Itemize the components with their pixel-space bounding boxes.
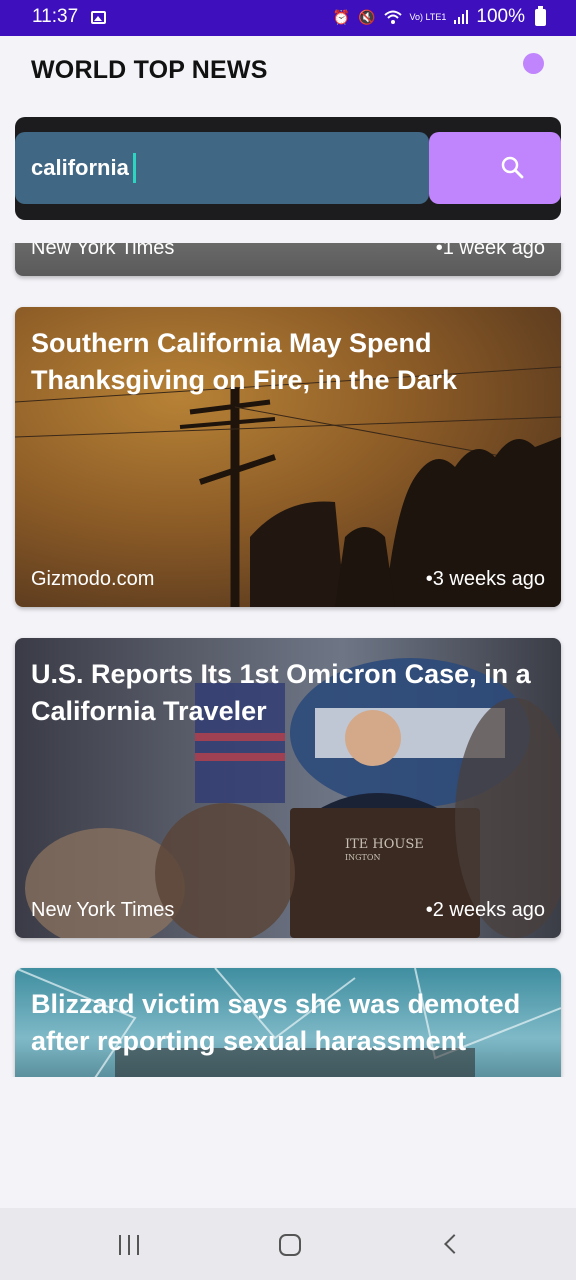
search-input-value: california bbox=[31, 155, 129, 180]
news-time: •3 weeks ago bbox=[425, 568, 545, 590]
mute-icon: 🔇 bbox=[358, 8, 376, 25]
profile-dot[interactable] bbox=[523, 53, 544, 74]
search-icon bbox=[501, 156, 524, 179]
status-time: 11:37 bbox=[32, 6, 79, 27]
home-icon[interactable] bbox=[279, 1234, 301, 1256]
news-source: Gizmodo.com bbox=[31, 568, 155, 590]
news-card[interactable]: Blizzard victim says she was demoted aft… bbox=[15, 968, 561, 1077]
news-time: •2 weeks ago bbox=[425, 899, 545, 921]
news-source: New York Times bbox=[31, 243, 175, 259]
search-button[interactable] bbox=[429, 132, 561, 204]
network-label: Vo) LTE1 bbox=[409, 11, 447, 22]
recent-apps-icon[interactable] bbox=[119, 1235, 139, 1255]
signal-icon bbox=[454, 10, 469, 24]
wifi-icon bbox=[383, 10, 402, 24]
alarm-icon: ⏰ bbox=[332, 8, 351, 25]
svg-text:ITE HOUSE: ITE HOUSE bbox=[345, 837, 424, 852]
news-card[interactable]: New York Times •1 week ago bbox=[15, 243, 561, 276]
news-title: Blizzard victim says she was demoted aft… bbox=[31, 989, 521, 1056]
news-card[interactable]: ITE HOUSE INGTON U.S. Reports Its 1st Om… bbox=[15, 638, 561, 938]
battery-percentage: 100% bbox=[476, 6, 525, 27]
news-card[interactable]: Southern California May Spend Thanksgivi… bbox=[15, 307, 561, 607]
svg-text:INGTON: INGTON bbox=[345, 853, 380, 862]
gallery-icon bbox=[91, 11, 106, 24]
search-input[interactable]: california bbox=[15, 132, 429, 204]
status-bar: 11:37 ⏰ 🔇 Vo) LTE1 100% bbox=[0, 0, 576, 36]
news-source: New York Times bbox=[31, 899, 175, 921]
battery-icon bbox=[535, 5, 546, 26]
app-title: WORLD TOP NEWS bbox=[31, 56, 268, 84]
news-list[interactable]: New York Times •1 week ago Southern Cali… bbox=[0, 243, 576, 1077]
news-time: •1 week ago bbox=[435, 243, 545, 259]
text-caret bbox=[132, 153, 136, 183]
status-icons: ⏰ 🔇 Vo) LTE1 100% bbox=[332, 5, 546, 28]
news-title: Southern California May Spend Thanksgivi… bbox=[31, 328, 458, 395]
news-title: U.S. Reports Its 1st Omicron Case, in a … bbox=[31, 659, 531, 726]
